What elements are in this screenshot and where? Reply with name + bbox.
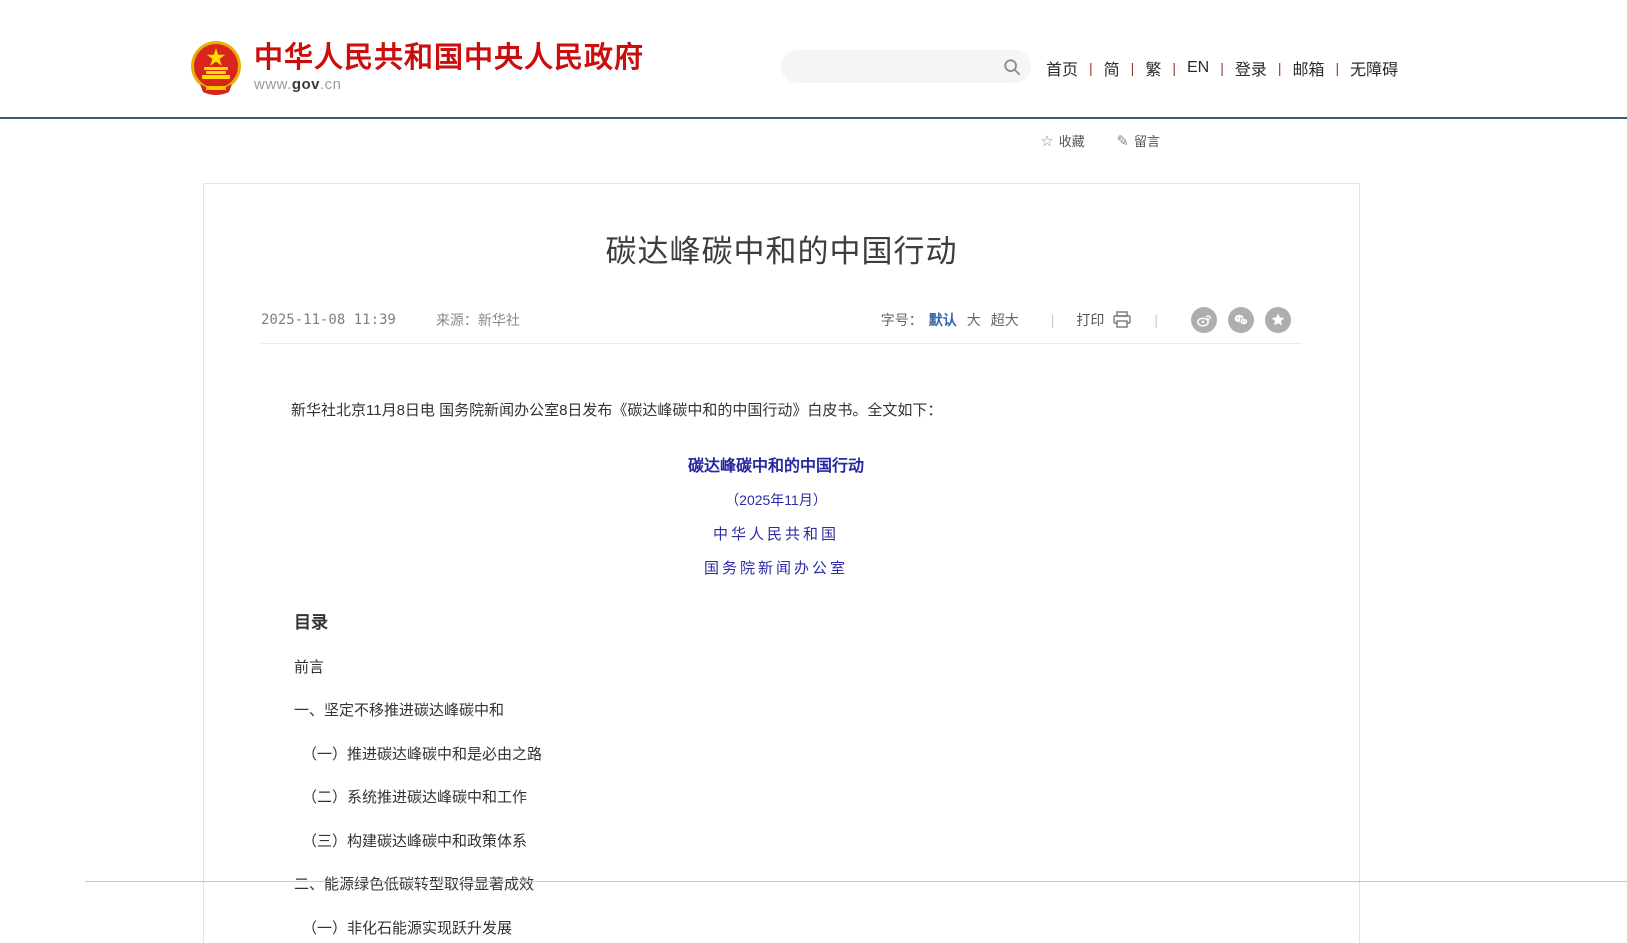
page-bottom-divider	[85, 881, 1627, 882]
weibo-icon[interactable]	[1191, 307, 1217, 333]
toc-item: （二）系统推进碳达峰碳中和工作	[294, 790, 1291, 807]
document-org-line2: 国务院新闻办公室	[261, 557, 1291, 578]
nav-simplified[interactable]: 简	[1104, 56, 1120, 80]
toc-item: 前言	[294, 660, 1291, 677]
nav-english[interactable]: EN	[1187, 59, 1209, 77]
search-box[interactable]	[781, 50, 1031, 83]
qzone-star-icon[interactable]	[1265, 307, 1291, 333]
page-actions: ☆收藏 ✎留言	[0, 131, 1160, 150]
search-input[interactable]	[781, 50, 1003, 83]
toc-item: （一）推进碳达峰碳中和是必由之路	[294, 747, 1291, 764]
source-value: 新华社	[478, 310, 520, 330]
search-icon[interactable]	[1003, 58, 1021, 76]
star-outline-icon: ☆	[1040, 133, 1053, 150]
nav-traditional[interactable]: 繁	[1145, 56, 1161, 80]
wechat-icon[interactable]	[1228, 307, 1254, 333]
document-title: 碳达峰碳中和的中国行动	[261, 452, 1291, 476]
meta-divider	[261, 343, 1302, 344]
publish-date: 2025-11-08 11:39	[261, 312, 396, 328]
article-card: 碳达峰碳中和的中国行动 2025-11-08 11:39 来源： 新华社 字号：…	[203, 183, 1360, 943]
nav-home[interactable]: 首页	[1046, 56, 1078, 80]
site-title: 中华人民共和国中央人民政府	[254, 43, 644, 75]
printer-icon	[1112, 311, 1132, 329]
nav-login[interactable]: 登录	[1235, 56, 1267, 80]
comment-button[interactable]: ✎留言	[1116, 134, 1160, 149]
toc-list: 前言一、坚定不移推进碳达峰碳中和 （一）推进碳达峰碳中和是必由之路 （二）系统推进碳…	[294, 660, 1291, 938]
nav-separator: |	[1220, 60, 1224, 76]
meta-separator: |	[1154, 312, 1158, 328]
toc-item: 一、坚定不移推进碳达峰碳中和	[294, 703, 1291, 720]
national-emblem-icon	[190, 40, 242, 96]
article-title: 碳达峰碳中和的中国行动	[204, 226, 1359, 271]
nav-separator: |	[1172, 60, 1176, 76]
share-buttons	[1180, 307, 1291, 333]
site-header: 中华人民共和国中央人民政府 www.gov.cn 首页 | 简 | 繁 | EN | 登…	[0, 0, 1627, 118]
toc-item: （一）非化石能源实现跃升发展	[294, 921, 1291, 938]
pencil-icon: ✎	[1116, 133, 1129, 150]
font-size-default-button[interactable]: 默认	[929, 310, 957, 330]
document-date: （2025年11月）	[261, 490, 1291, 510]
nav-separator: |	[1089, 60, 1093, 76]
article-meta: 2025-11-08 11:39 来源： 新华社 字号： 默认 大 超大 | 打…	[261, 305, 1291, 335]
site-brand[interactable]: 中华人民共和国中央人民政府 www.gov.cn	[190, 40, 644, 96]
article-body: 新华社北京11月8日电 国务院新闻办公室8日发布《碳达峰碳中和的中国行动》白皮书…	[261, 398, 1291, 937]
header-divider	[0, 117, 1627, 119]
nav-mail[interactable]: 邮箱	[1293, 56, 1325, 80]
nav-separator: |	[1278, 60, 1282, 76]
toc-item: （三）构建碳达峰碳中和政策体系	[294, 834, 1291, 851]
site-url: www.gov.cn	[254, 76, 644, 93]
source-label: 来源：	[436, 310, 478, 330]
font-size-xlarge-button[interactable]: 超大	[991, 310, 1019, 330]
nav-separator: |	[1336, 60, 1340, 76]
nav-accessibility[interactable]: 无障碍	[1350, 56, 1398, 80]
document-org-line1: 中华人民共和国	[261, 523, 1291, 544]
font-size-label: 字号：	[881, 310, 923, 330]
top-nav: 首页 | 简 | 繁 | EN | 登录 | 邮箱 | 无障碍	[1046, 56, 1398, 80]
toc-heading: 目录	[294, 608, 1291, 633]
font-size-large-button[interactable]: 大	[967, 310, 981, 330]
nav-separator: |	[1131, 60, 1135, 76]
toc-item: 二、能源绿色低碳转型取得显著成效	[294, 877, 1291, 894]
meta-separator: |	[1051, 312, 1055, 328]
favorite-button[interactable]: ☆收藏	[1040, 134, 1084, 149]
print-button[interactable]: 打印	[1076, 310, 1132, 330]
lead-paragraph: 新华社北京11月8日电 国务院新闻办公室8日发布《碳达峰碳中和的中国行动》白皮书…	[261, 398, 1291, 424]
